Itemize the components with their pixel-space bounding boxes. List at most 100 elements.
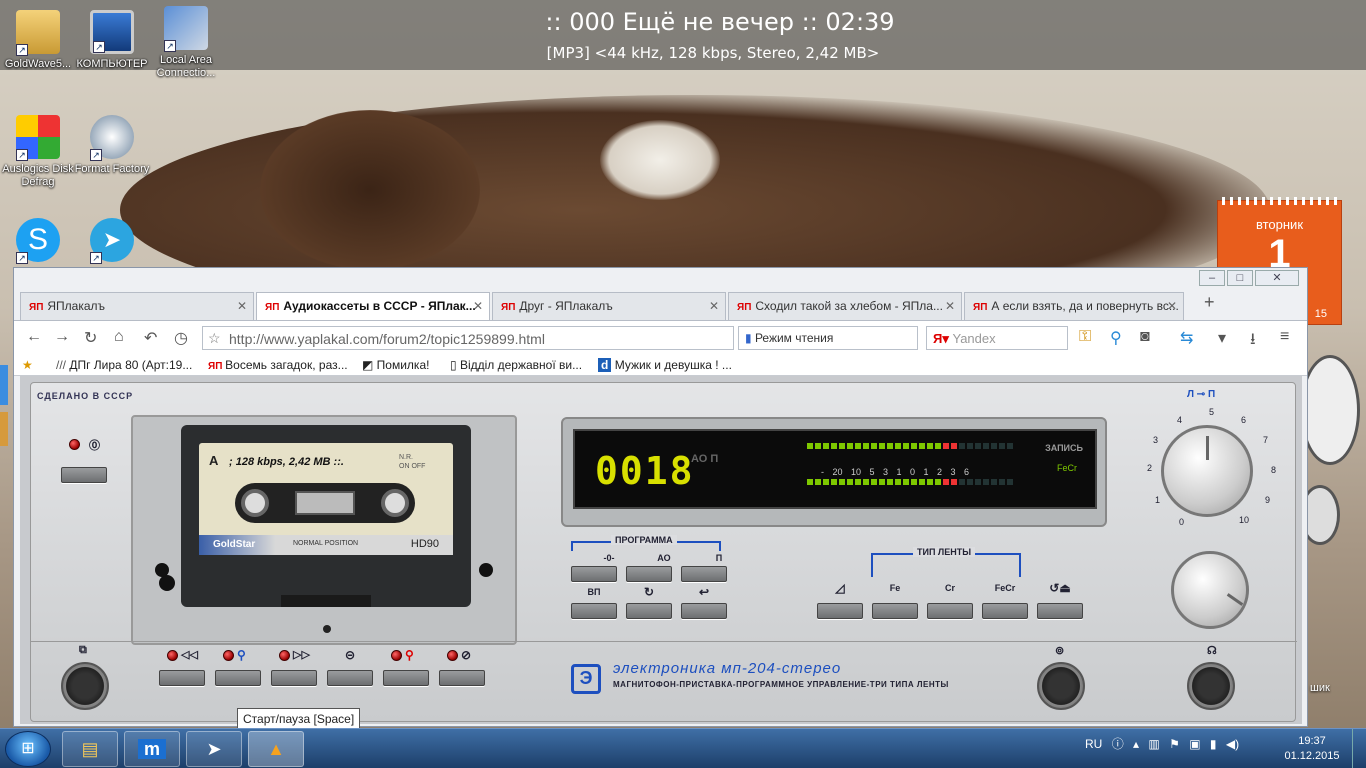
bookmarks-star-icon[interactable]: ★: [22, 358, 33, 372]
desktop-icon-network[interactable]: ↗ Local Area Connectio...: [148, 6, 224, 80]
bookmark-item[interactable]: ◩ Помилка!: [362, 358, 429, 372]
main-menu-icon[interactable]: ≡: [1280, 328, 1289, 346]
show-desktop-button[interactable]: [1352, 729, 1366, 768]
meter-segment: [991, 443, 997, 449]
taskbar-aimp[interactable]: ▲: [248, 731, 304, 767]
tab-yaplakal[interactable]: ЯП ЯПлакалъ ✕: [20, 292, 254, 320]
desktop-icon-format-factory[interactable]: ↗ Format Factory: [74, 115, 150, 176]
play-pause-button[interactable]: [215, 670, 261, 686]
bookmark-item[interactable]: ЯП Восемь загадок, раз...: [208, 358, 348, 372]
signal-icon[interactable]: ▮: [1210, 737, 1217, 751]
vp-button[interactable]: [571, 603, 617, 619]
meter-segment: [967, 479, 973, 485]
display-screen: 0018 АО П - 20 10 5 3 1 0 1 2 3 6 ЗАПИСЬ…: [573, 429, 1097, 509]
tab-povernut[interactable]: ЯП А если взять, да и повернуть вс... ✕: [964, 292, 1184, 320]
minimize-button[interactable]: –: [1199, 270, 1225, 286]
left-dock-item[interactable]: [0, 365, 8, 405]
maximize-button[interactable]: □: [1227, 270, 1253, 286]
volume-knob[interactable]: [1161, 425, 1253, 517]
ao-button[interactable]: [626, 566, 672, 582]
cassette-hole: [159, 575, 175, 591]
history-icon[interactable]: ◷: [174, 328, 188, 348]
key-icon[interactable]: ⚿: [1079, 328, 1091, 346]
taskbar-clock[interactable]: 19:37 01.12.2015: [1282, 734, 1342, 764]
new-tab-button[interactable]: +: [1204, 292, 1215, 313]
translate-icon[interactable]: ⇆: [1180, 328, 1193, 348]
meter-segment: [919, 443, 925, 449]
line-in-icon: ⧉: [79, 644, 87, 656]
desktop-icon-computer[interactable]: ↗ КОМПЬЮТЕР: [74, 10, 150, 71]
fast-forward-button[interactable]: [271, 670, 317, 686]
close-button[interactable]: ✕: [1255, 270, 1299, 286]
taskbar-maxthon[interactable]: m: [124, 731, 180, 767]
search-field[interactable]: Я▾ Yandex: [926, 326, 1068, 350]
desktop-icon-goldwave[interactable]: ↗ GoldWave5...: [0, 10, 76, 71]
close-tab-icon[interactable]: ✕: [709, 299, 719, 313]
meter-segment: [847, 479, 853, 485]
close-tab-icon[interactable]: ✕: [945, 299, 955, 313]
tab-drug[interactable]: ЯП Друг - ЯПлакалъ ✕: [492, 292, 726, 320]
tooltip: Старт/пауза [Space]: [237, 708, 361, 730]
start-button[interactable]: ⊞: [5, 731, 51, 767]
p-button[interactable]: [681, 566, 727, 582]
pause-button[interactable]: [439, 670, 485, 686]
device-icon[interactable]: ▣: [1189, 737, 1200, 751]
bookmark-item[interactable]: /// ДПг Лира 80 (Арт:19...: [56, 358, 192, 372]
cr-button[interactable]: [927, 603, 973, 619]
sync-icon[interactable]: ⚲: [1110, 328, 1122, 348]
fecr-button[interactable]: [982, 603, 1028, 619]
recording-level-knob[interactable]: [1171, 551, 1249, 629]
fe-button[interactable]: [872, 603, 918, 619]
close-tab-icon[interactable]: ✕: [237, 299, 247, 313]
reader-mode-button[interactable]: ▮ Режим чтения: [738, 326, 918, 350]
fast-forward-icon: ▷▷: [293, 649, 310, 661]
stop-button[interactable]: [327, 670, 373, 686]
network-tray-icon[interactable]: ▥: [1148, 737, 1159, 751]
desktop-icon-skype[interactable]: S ↗: [0, 218, 76, 266]
tray-expand-icon[interactable]: ▴: [1133, 737, 1139, 751]
desktop-icon-auslogics[interactable]: ↗ Auslogics Disk Defrag: [0, 115, 76, 189]
counter-reset-button[interactable]: [571, 566, 617, 582]
ao-indicator: АО П: [691, 453, 719, 465]
knob-tick: 2: [1147, 463, 1153, 473]
close-tab-icon[interactable]: ✕: [473, 299, 483, 313]
flag-icon[interactable]: ⚑: [1169, 737, 1180, 751]
record-button[interactable]: [383, 670, 429, 686]
close-tab-icon[interactable]: ✕: [1167, 299, 1177, 313]
menu-arrow-icon[interactable]: ▾: [1218, 328, 1226, 348]
meter-segment: [879, 443, 885, 449]
desktop-icon-telegram[interactable]: ➤ ↗: [74, 218, 150, 266]
clock-gadget[interactable]: [1300, 355, 1360, 465]
format-factory-icon: ↗: [90, 115, 134, 161]
volume-icon[interactable]: ◀): [1226, 737, 1239, 751]
tab-za-hlebom[interactable]: ЯП Сходил такой за хлебом - ЯПла... ✕: [728, 292, 962, 320]
desktop-icon-label: Local Area Connectio...: [156, 54, 216, 79]
tab-audiocassettes[interactable]: ЯП Аудиокассеты в СССР - ЯПлак... ✕: [256, 292, 490, 320]
home-icon[interactable]: ⌂: [114, 328, 124, 346]
help-icon[interactable]: ⓘ: [1112, 737, 1124, 751]
taskbar-telegram[interactable]: ➤: [186, 731, 242, 767]
auto-reverse-button[interactable]: [1037, 603, 1083, 619]
forward-icon[interactable]: →: [54, 328, 70, 346]
repeat-button[interactable]: [626, 603, 672, 619]
bookmark-item[interactable]: ▯ Відділ державної ви...: [450, 358, 582, 372]
language-indicator[interactable]: RU: [1085, 737, 1102, 751]
mute-button[interactable]: [817, 603, 863, 619]
bookmark-star-icon[interactable]: ☆: [208, 330, 221, 347]
play-back-led: [223, 650, 234, 661]
bookmark-item[interactable]: d Мужик и девушка ! ...: [598, 358, 732, 372]
auto-reverse-icon: ↺⏏: [1049, 581, 1071, 595]
undo-close-icon[interactable]: ↶: [144, 328, 157, 348]
address-bar[interactable]: ☆ http://www.yaplakal.com/forum2/topic12…: [202, 326, 734, 350]
rewind-icon: ◁◁: [181, 649, 198, 661]
return-button[interactable]: [681, 603, 727, 619]
power-button[interactable]: [61, 467, 107, 483]
level-meters: - 20 10 5 3 1 0 1 2 3 6: [807, 443, 1037, 499]
download-icon[interactable]: ⭳: [1250, 328, 1256, 355]
taskbar-explorer[interactable]: ▤: [62, 731, 118, 767]
rewind-button[interactable]: [159, 670, 205, 686]
camera-icon[interactable]: ◙: [1140, 328, 1150, 346]
left-dock-item[interactable]: [0, 412, 8, 446]
reload-icon[interactable]: ↻: [84, 328, 97, 348]
back-icon[interactable]: ←: [26, 328, 42, 346]
